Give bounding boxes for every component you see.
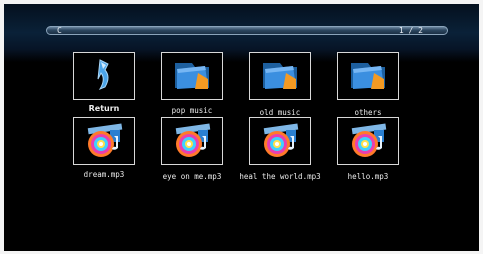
return-label: Return — [88, 104, 120, 113]
page-indicator: 1 / 2 — [398, 26, 423, 35]
path-bar: C 1 / 2 — [46, 26, 448, 35]
music-file-label-dream: dream.mp3 — [83, 170, 125, 179]
folder-tile-others[interactable] — [337, 52, 399, 100]
music-disc-icon — [351, 123, 387, 157]
music-file-label-heal-the-world: heal the world.mp3 — [239, 172, 321, 181]
return-tile[interactable] — [73, 52, 135, 100]
folder-icon — [263, 63, 297, 89]
music-file-tile-heal-the-world[interactable] — [249, 117, 311, 165]
folder-label-others: others — [354, 108, 382, 117]
music-file-tile-hello[interactable] — [337, 117, 399, 165]
music-file-tile-dream[interactable] — [73, 117, 135, 165]
return-arrow-icon — [97, 59, 109, 91]
music-disc-icon — [175, 123, 211, 157]
folder-label-pop-music: pop music — [171, 106, 213, 115]
music-file-tile-eye-on-me[interactable] — [161, 117, 223, 165]
music-disc-icon — [263, 123, 299, 157]
folder-tile-pop-music[interactable] — [161, 52, 223, 100]
music-file-label-hello: hello.mp3 — [347, 172, 389, 181]
music-disc-icon — [87, 123, 123, 157]
folder-label-old-music: old music — [259, 108, 301, 117]
folder-icon — [175, 63, 209, 89]
media-browser-screen: C 1 / 2 Return pop music old music other… — [4, 4, 479, 251]
current-path: C — [57, 26, 62, 35]
music-file-label-eye-on-me: eye on me.mp3 — [162, 172, 222, 181]
folder-icon — [351, 63, 385, 89]
folder-tile-old-music[interactable] — [249, 52, 311, 100]
